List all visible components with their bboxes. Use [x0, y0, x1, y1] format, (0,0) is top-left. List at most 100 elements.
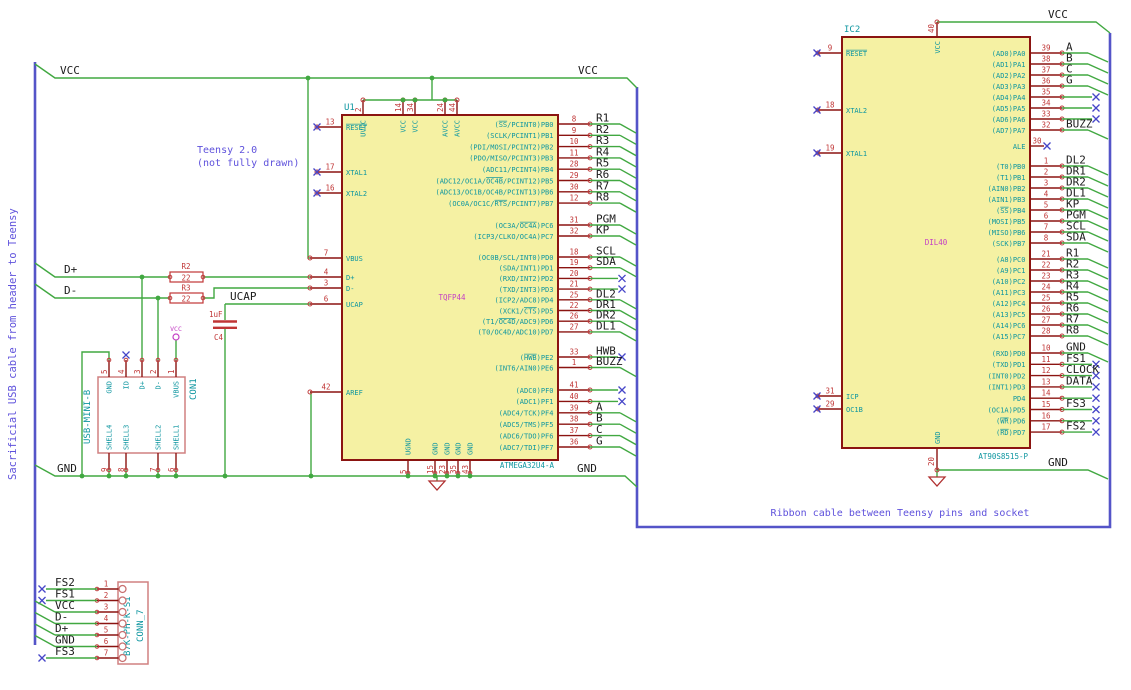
net-label[interactable]: SDA — [596, 255, 616, 268]
net-label-gnd-left[interactable]: GND — [57, 462, 77, 475]
junction-dot — [155, 473, 161, 479]
pin-number: 32 — [1041, 121, 1050, 130]
connector-pin-circle — [118, 653, 127, 663]
net-label[interactable]: DATA — [1066, 374, 1093, 387]
capacitor-c4[interactable]: 1uF C4 — [209, 310, 237, 342]
pin-number: 8 — [1044, 234, 1049, 243]
pin-name: XTAL2 — [346, 190, 367, 198]
bus-entry — [619, 309, 637, 321]
pin-number: 8 — [117, 467, 126, 472]
junction-dot — [429, 75, 435, 81]
vcc-power-symbol[interactable]: VCC — [170, 325, 182, 341]
net-label-dminus[interactable]: D- — [64, 284, 77, 297]
pin-name: (ADC4/TCK)PF4 — [499, 410, 554, 418]
pin-name: SHELL4 — [106, 425, 114, 450]
pin-number: 29 — [569, 171, 578, 180]
pin-name: SHELL1 — [173, 425, 181, 450]
bus-entry — [1087, 63, 1109, 74]
schematic-page: R2 22 R3 22 1uF C4 VCC U1 ATMEGA32U4-A T… — [0, 0, 1131, 690]
pin-number: 13 — [1041, 377, 1050, 386]
net-label-ucap[interactable]: UCAP — [230, 290, 257, 303]
connector-pin-circle — [118, 619, 127, 628]
pin-name: (ADC12/OC1A/OC4B/PCINT12)PB5 — [435, 177, 553, 185]
net-label[interactable]: FS2 — [1066, 420, 1086, 433]
bus-entry — [1087, 269, 1109, 280]
pin-name: VCC — [412, 120, 420, 133]
net-label[interactable]: R8 — [1066, 324, 1079, 337]
resistor-r2[interactable]: R2 22 — [167, 262, 206, 283]
pin-number: 30 — [1032, 137, 1042, 146]
pin-name: AVCC — [442, 120, 450, 137]
pin-number: 35 — [1041, 88, 1050, 97]
pin-name: (SCLK/PCINT1)PB1 — [486, 132, 553, 140]
pin-name: (HWB)PE2 — [520, 354, 554, 362]
pin-number: 7 — [149, 467, 158, 472]
pin-name: (T1)PB1 — [996, 174, 1026, 182]
u1-part-name: ATMEGA32U4-A — [500, 461, 555, 470]
net-label[interactable]: R8 — [596, 191, 609, 204]
ic2-gnd-wire — [936, 469, 1109, 480]
junction-dot — [305, 75, 311, 81]
pin-name: (OC0A/OC1C/RTS/PCINT7)PB7 — [448, 200, 553, 208]
pin-name: (OC1A)PD5 — [988, 406, 1026, 414]
bus-entry — [619, 446, 637, 457]
net-label-ic2-vcc[interactable]: VCC — [1048, 8, 1068, 21]
pin-number: 18 — [569, 248, 579, 257]
pin-name: GND — [106, 381, 114, 394]
pin-number: 27 — [1041, 316, 1050, 325]
junction-dot — [173, 473, 179, 479]
pin-name: (AIN1)PB3 — [988, 196, 1026, 204]
pin-number: 31 — [825, 387, 834, 396]
net-label[interactable]: FS3 — [55, 645, 75, 658]
resistor-r3[interactable]: R3 22 — [167, 284, 206, 304]
c4-reference: C4 — [214, 333, 224, 342]
conn7-reference: CONN_7 — [136, 609, 146, 642]
connector-pin-circle — [118, 584, 127, 594]
pin-number: 22 — [569, 301, 578, 310]
pin-number: 9 — [828, 44, 833, 53]
pin-number: 9 — [100, 467, 109, 472]
bus-entry — [1087, 291, 1109, 302]
bus-entry — [1087, 176, 1109, 187]
net-label-dplus[interactable]: D+ — [64, 263, 78, 276]
net-label[interactable]: G — [596, 435, 603, 448]
junction-dot — [442, 97, 448, 103]
bus-entry — [1087, 52, 1109, 63]
pin-number: 7 — [1044, 223, 1049, 232]
net-label[interactable]: DL1 — [596, 319, 616, 332]
pin-name: VCC — [934, 41, 942, 54]
pin-number: 2 — [1044, 168, 1049, 177]
pin-number: 23 — [1041, 272, 1050, 281]
schematic-canvas[interactable]: R2 22 R3 22 1uF C4 VCC U1 ATMEGA32U4-A T… — [0, 0, 1131, 690]
net-label-gnd-right[interactable]: GND — [577, 462, 597, 475]
pin-name: (T0)PB0 — [996, 163, 1026, 171]
net-label-ic2-gnd[interactable]: GND — [1048, 456, 1068, 469]
pin-name: AREF — [346, 389, 363, 397]
ic2-gnd-symbol — [927, 476, 947, 487]
net-label[interactable]: BUZZ — [1066, 118, 1093, 131]
junction-dot — [139, 274, 145, 280]
pin-number: 4 — [104, 614, 109, 623]
pin-number: 2 — [104, 591, 109, 600]
pin-name: (INT1)PD3 — [988, 384, 1026, 392]
net-label[interactable]: BUZZ — [596, 355, 623, 368]
pin-name: (AD1)PA1 — [992, 61, 1026, 69]
net-label[interactable]: G — [1066, 74, 1073, 87]
usb-vcc-flag: VCC — [170, 325, 182, 333]
net-label-vcc-right[interactable]: VCC — [578, 64, 598, 77]
net-label[interactable]: KP — [596, 224, 610, 237]
net-label[interactable]: FS3 — [1066, 397, 1086, 410]
net-label-vcc-left[interactable]: VCC — [60, 64, 80, 77]
pin-name: (T1/OC4D/ADC9)PD6 — [482, 318, 554, 326]
pin-number: 30 — [569, 182, 579, 191]
pin-number: 3 — [104, 603, 109, 612]
pin-name: D+ — [346, 274, 354, 282]
net-label[interactable]: SDA — [1066, 231, 1086, 244]
teensy-note-line2: (not fully drawn) — [197, 158, 299, 169]
pin-name: (A8)PC0 — [996, 256, 1026, 264]
bus-entry — [619, 168, 637, 179]
u1-footprint: TQFP44 — [438, 293, 466, 302]
pin-name: UCAP — [346, 301, 363, 309]
pin-number: 38 — [1041, 55, 1051, 64]
pin-name: (A13)PC5 — [992, 311, 1026, 319]
